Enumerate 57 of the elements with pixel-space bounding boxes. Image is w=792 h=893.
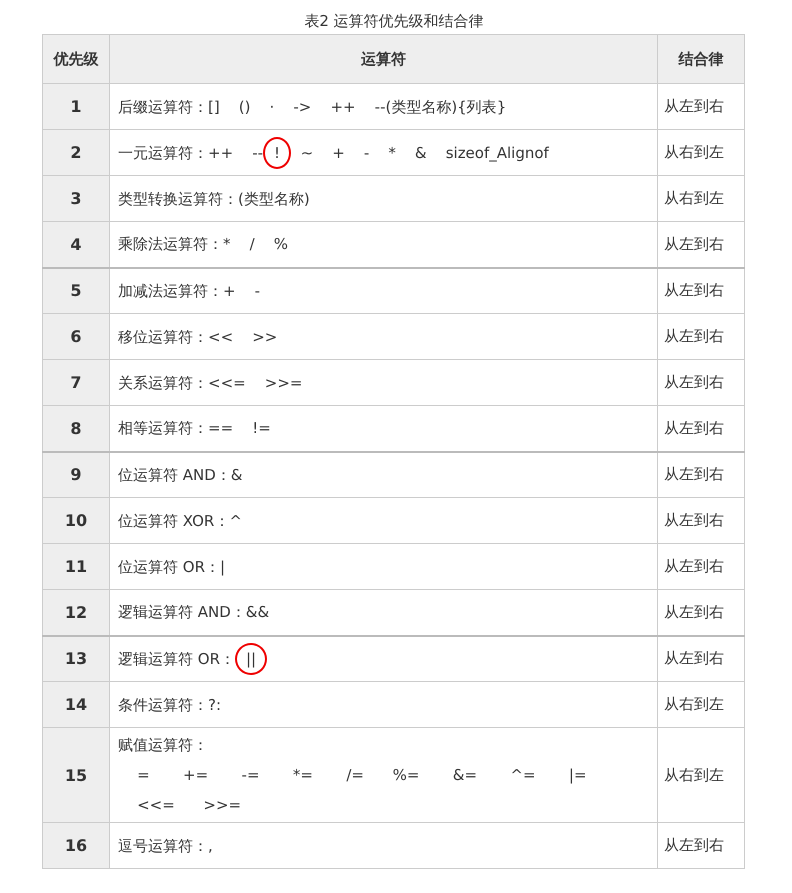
- associativity-cell: 从左到右: [658, 636, 744, 682]
- priority-cell: 5: [42, 268, 110, 314]
- associativity-cell: 从左到右: [658, 544, 744, 590]
- operator-text: ~ + - * & sizeof_Alignof: [300, 144, 549, 162]
- operator-text: = += -= *= /= %= &= ^= |=: [136, 766, 587, 784]
- associativity-cell: 从左到右: [658, 498, 744, 544]
- priority-cell: 7: [42, 360, 110, 406]
- operator-text: 逻辑运算符 OR：: [118, 650, 235, 668]
- operator-text: 移位运算符：<< >>: [118, 328, 278, 346]
- associativity-cell: 从右到左: [658, 130, 744, 176]
- priority-cell: 13: [42, 636, 110, 682]
- priority-cell: 6: [42, 314, 110, 360]
- operator-text: 后缀运算符：[] () · -> ++ --(类型名称){列表}: [118, 98, 506, 116]
- priority-cell: 2: [42, 130, 110, 176]
- associativity-cell: 从左到右: [658, 360, 744, 406]
- operator-text: 条件运算符：?:: [118, 696, 222, 714]
- associativity-cell: 从左到右: [658, 822, 744, 868]
- associativity-cell: 从左到右: [658, 268, 744, 314]
- table-caption: 表2 运算符优先级和结合律: [303, 11, 485, 32]
- priority-cell: 16: [42, 822, 110, 868]
- associativity-cell: 从左到右: [658, 406, 744, 452]
- associativity-cell: 从左到右: [658, 314, 744, 360]
- associativity-cell: 从右到左: [658, 176, 744, 222]
- priority-cell: 11: [42, 544, 110, 590]
- operator-text: 位运算符 AND：&: [118, 466, 242, 484]
- associativity-cell: 从左到右: [658, 590, 744, 636]
- operator-text: 位运算符 OR：|: [118, 558, 226, 576]
- operator-text: 关系运算符：<<= >>=: [118, 374, 302, 392]
- associativity-cell: 从左到右: [658, 84, 744, 130]
- operator-text: 类型转换运算符：(类型名称): [118, 190, 310, 208]
- priority-cell: 15: [42, 728, 110, 822]
- operator-text: 逻辑运算符 AND：&&: [118, 603, 270, 622]
- priority-cell: 9: [42, 452, 110, 498]
- operator-text: 加减法运算符：+ -: [118, 282, 260, 300]
- priority-cell: 3: [42, 176, 110, 222]
- circled-operator: !: [263, 136, 292, 168]
- circled-operator: ||: [235, 642, 268, 675]
- priority-cell: 12: [42, 590, 110, 636]
- column-header: 运算符: [110, 34, 658, 84]
- operator-text: 乘除法运算符：* / %: [118, 235, 288, 254]
- operator-text: 逗号运算符：,: [118, 836, 213, 854]
- associativity-cell: 从左到右: [658, 222, 744, 268]
- priority-cell: 4: [42, 222, 110, 268]
- column-header: 结合律: [658, 34, 744, 84]
- priority-cell: 14: [42, 682, 110, 728]
- operator-text: <<= >>=: [136, 796, 242, 814]
- operator-text: 一元运算符：++ --: [118, 144, 264, 162]
- priority-cell: 1: [42, 84, 110, 130]
- operator-text: 相等运算符：== !=: [118, 419, 271, 438]
- operator-text: 位运算符 XOR：^: [118, 512, 242, 530]
- associativity-cell: 从右到左: [658, 728, 744, 822]
- associativity-cell: 从右到左: [658, 682, 744, 728]
- operator-text: 赋值运算符：: [118, 736, 208, 754]
- associativity-cell: 从左到右: [658, 452, 744, 498]
- priority-cell: 10: [42, 498, 110, 544]
- priority-cell: 8: [42, 406, 110, 452]
- column-header: 优先级: [42, 34, 110, 84]
